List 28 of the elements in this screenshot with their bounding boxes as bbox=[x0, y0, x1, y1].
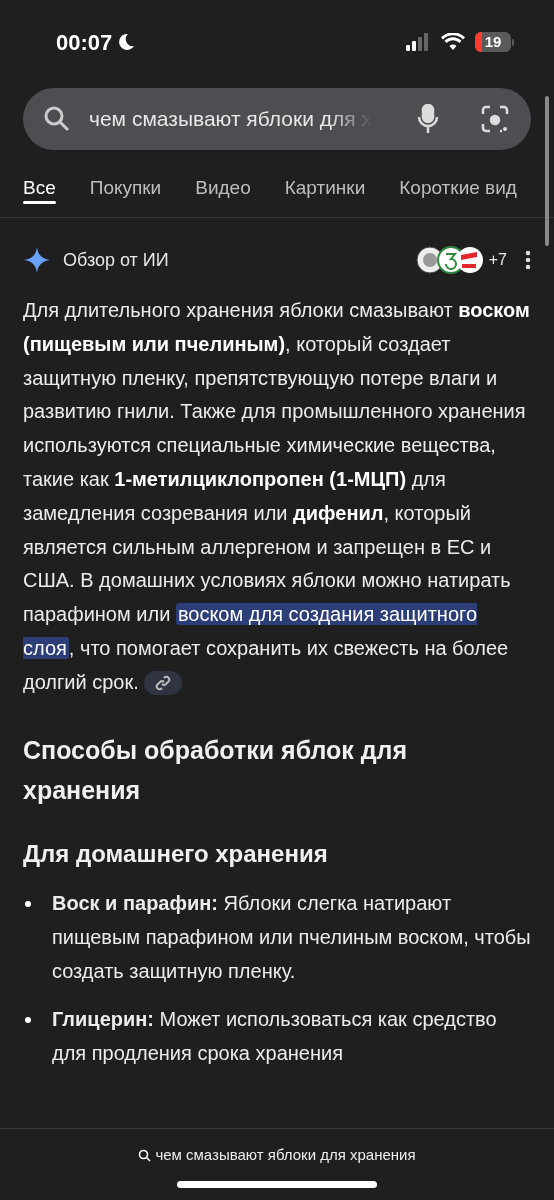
more-icon[interactable] bbox=[525, 250, 531, 270]
bullet-text: Глицерин: Может использоваться как средство для продления срока хранения bbox=[52, 1006, 498, 1066]
bottom-search-query[interactable]: чем смазывают яблоки для хранения bbox=[155, 1144, 416, 1167]
tab[interactable]: Все bbox=[23, 172, 56, 217]
tab[interactable]: Покупки bbox=[89, 172, 162, 217]
source-logos-drawing[interactable] bbox=[414, 245, 485, 275]
sparkle-icon bbox=[23, 246, 51, 274]
battery-level: 19 bbox=[484, 32, 502, 52]
search-icon bbox=[138, 1148, 152, 1162]
tab[interactable]: Короткие вид bbox=[399, 172, 517, 217]
overview-title: Обзор от ИИ bbox=[63, 248, 169, 272]
answer-paragraph: Для длительного хранения яблоки смазывают воском (пищевым или пчелиным), который создает защитную пленку, препятствующую потере влаги и развитию гнили. Также для промышленного хранения используются специальные химические вещества, такие как 1-метилциклопропен (1-МЦП) для замедления созревания или дифенил, который является сильным аллергеном и запрещен в ЕС и США. В домашних условиях яблоки можно натирать парафином или воском для создания защитного слоя, что помогает сохранить их свежесть на более долгий срок. bbox=[23, 294, 531, 700]
signal-icon bbox=[405, 33, 431, 51]
link-icon bbox=[155, 675, 172, 692]
subsection-heading: Для домашнего хранения bbox=[23, 838, 329, 869]
tab[interactable]: Видео bbox=[195, 172, 251, 217]
bullet-text: Воск и парафин: Яблоки слегка натирают пищевым парафином или пчелиным воском, чтобы создать защитную пленку. bbox=[52, 890, 531, 984]
search-icon bbox=[43, 105, 71, 133]
status-time: 00:07 bbox=[56, 28, 113, 57]
camera-icon[interactable] bbox=[481, 105, 509, 133]
home-indicator[interactable] bbox=[177, 1180, 377, 1188]
microphone-icon[interactable] bbox=[417, 104, 439, 134]
wifi-icon bbox=[441, 33, 465, 51]
section-heading: Способы обработки яблок для хранения bbox=[23, 734, 409, 806]
scrollbar[interactable] bbox=[545, 96, 549, 246]
link-chip[interactable] bbox=[144, 671, 183, 696]
tab[interactable]: Картинки bbox=[284, 172, 366, 217]
sources-count: +7 bbox=[488, 250, 507, 270]
